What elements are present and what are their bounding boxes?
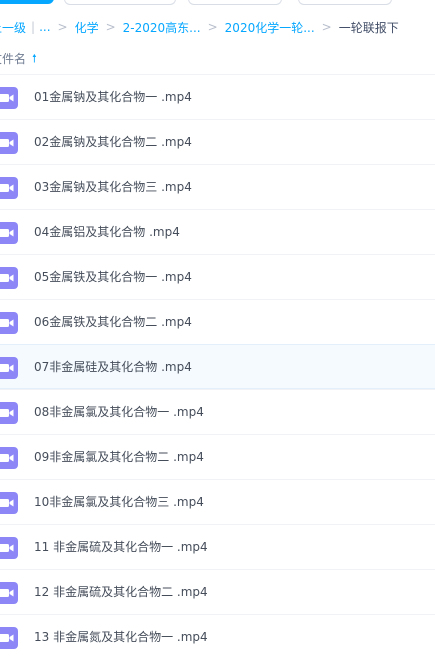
file-list: 01金属钠及其化合物一 .mp4 02金属钠及其化合物二 .mp4 03金属钠及其化… (0, 74, 435, 659)
video-file-icon (0, 447, 18, 469)
file-name[interactable]: 09非金属氯及其化合物二 .mp4 (34, 435, 204, 480)
file-row[interactable]: 06金属铁及其化合物二 .mp4 (0, 299, 435, 344)
video-file-icon (0, 582, 18, 604)
breadcrumb-separator: > (321, 20, 332, 34)
video-file-icon (0, 267, 18, 289)
file-name[interactable]: 12 非金属硫及其化合物二 .mp4 (34, 570, 208, 615)
file-name[interactable]: 02金属钠及其化合物二 .mp4 (34, 120, 192, 165)
breadcrumb-current: 一轮联报下 (338, 20, 399, 35)
breadcrumb-item-course[interactable]: 2-2020高东... (123, 19, 201, 36)
video-file-icon (0, 537, 18, 559)
toolbar (0, 0, 435, 6)
list-header: 文件名 🠕 (0, 47, 37, 69)
upload-button[interactable] (0, 0, 54, 4)
file-name[interactable]: 08非金属氯及其化合物一 .mp4 (34, 390, 204, 435)
file-name[interactable]: 01金属钠及其化合物一 .mp4 (34, 75, 192, 120)
file-row[interactable]: 12 非金属硫及其化合物二 .mp4 (0, 569, 435, 614)
file-row[interactable]: 04金属铝及其化合物 .mp4 (0, 209, 435, 254)
new-folder-button[interactable] (64, 0, 176, 5)
file-row[interactable]: 07非金属硅及其化合物 .mp4 (0, 344, 435, 389)
breadcrumb-back-link[interactable]: 上一级 (0, 19, 26, 36)
filename-column-header[interactable]: 文件名 (0, 50, 26, 67)
breadcrumb-separator: > (57, 20, 68, 34)
file-name[interactable]: 11 非金属硫及其化合物一 .mp4 (34, 525, 208, 570)
file-row[interactable]: 02金属钠及其化合物二 .mp4 (0, 119, 435, 164)
video-file-icon (0, 627, 18, 649)
file-name[interactable]: 05金属铁及其化合物一 .mp4 (34, 255, 192, 300)
video-file-icon (0, 312, 18, 334)
toolbar-button[interactable] (188, 0, 282, 5)
file-name[interactable]: 03金属钠及其化合物三 .mp4 (34, 165, 192, 210)
video-file-icon (0, 357, 18, 379)
file-name[interactable]: 06金属铁及其化合物二 .mp4 (34, 300, 192, 345)
file-name[interactable]: 04金属铝及其化合物 .mp4 (34, 210, 180, 255)
file-row[interactable]: 09非金属氯及其化合物二 .mp4 (0, 434, 435, 479)
video-file-icon (0, 87, 18, 109)
file-name[interactable]: 07非金属硅及其化合物 .mp4 (34, 345, 192, 390)
breadcrumb-separator: > (207, 20, 218, 34)
video-file-icon (0, 132, 18, 154)
file-row[interactable]: 11 非金属硫及其化合物一 .mp4 (0, 524, 435, 569)
video-file-icon (0, 492, 18, 514)
breadcrumb-item-chemistry[interactable]: 化学 (75, 19, 99, 36)
video-file-icon (0, 402, 18, 424)
video-file-icon (0, 222, 18, 244)
file-row[interactable]: 05金属铁及其化合物一 .mp4 (0, 254, 435, 299)
toolbar-button[interactable] (298, 0, 392, 5)
breadcrumb-item-round[interactable]: 2020化学一轮... (225, 19, 315, 36)
breadcrumb-divider: | (31, 20, 36, 34)
file-name[interactable]: 10非金属氯及其化合物三 .mp4 (34, 480, 204, 525)
arrow-up-icon[interactable]: 🠕 (32, 53, 37, 64)
file-row[interactable]: 03金属钠及其化合物三 .mp4 (0, 164, 435, 209)
file-row[interactable]: 13 非金属氮及其化合物一 .mp4 (0, 614, 435, 659)
file-name[interactable]: 13 非金属氮及其化合物一 .mp4 (34, 615, 208, 660)
breadcrumb: 上一级 | ... > 化学 > 2-2020高东... > 2020化学一轮.… (0, 17, 399, 37)
video-file-icon (0, 177, 18, 199)
file-row[interactable]: 10非金属氯及其化合物三 .mp4 (0, 479, 435, 524)
file-row[interactable]: 01金属钠及其化合物一 .mp4 (0, 74, 435, 119)
breadcrumb-separator: > (105, 20, 116, 34)
file-row[interactable]: 08非金属氯及其化合物一 .mp4 (0, 389, 435, 434)
breadcrumb-ellipsis-link[interactable]: ... (39, 20, 50, 34)
